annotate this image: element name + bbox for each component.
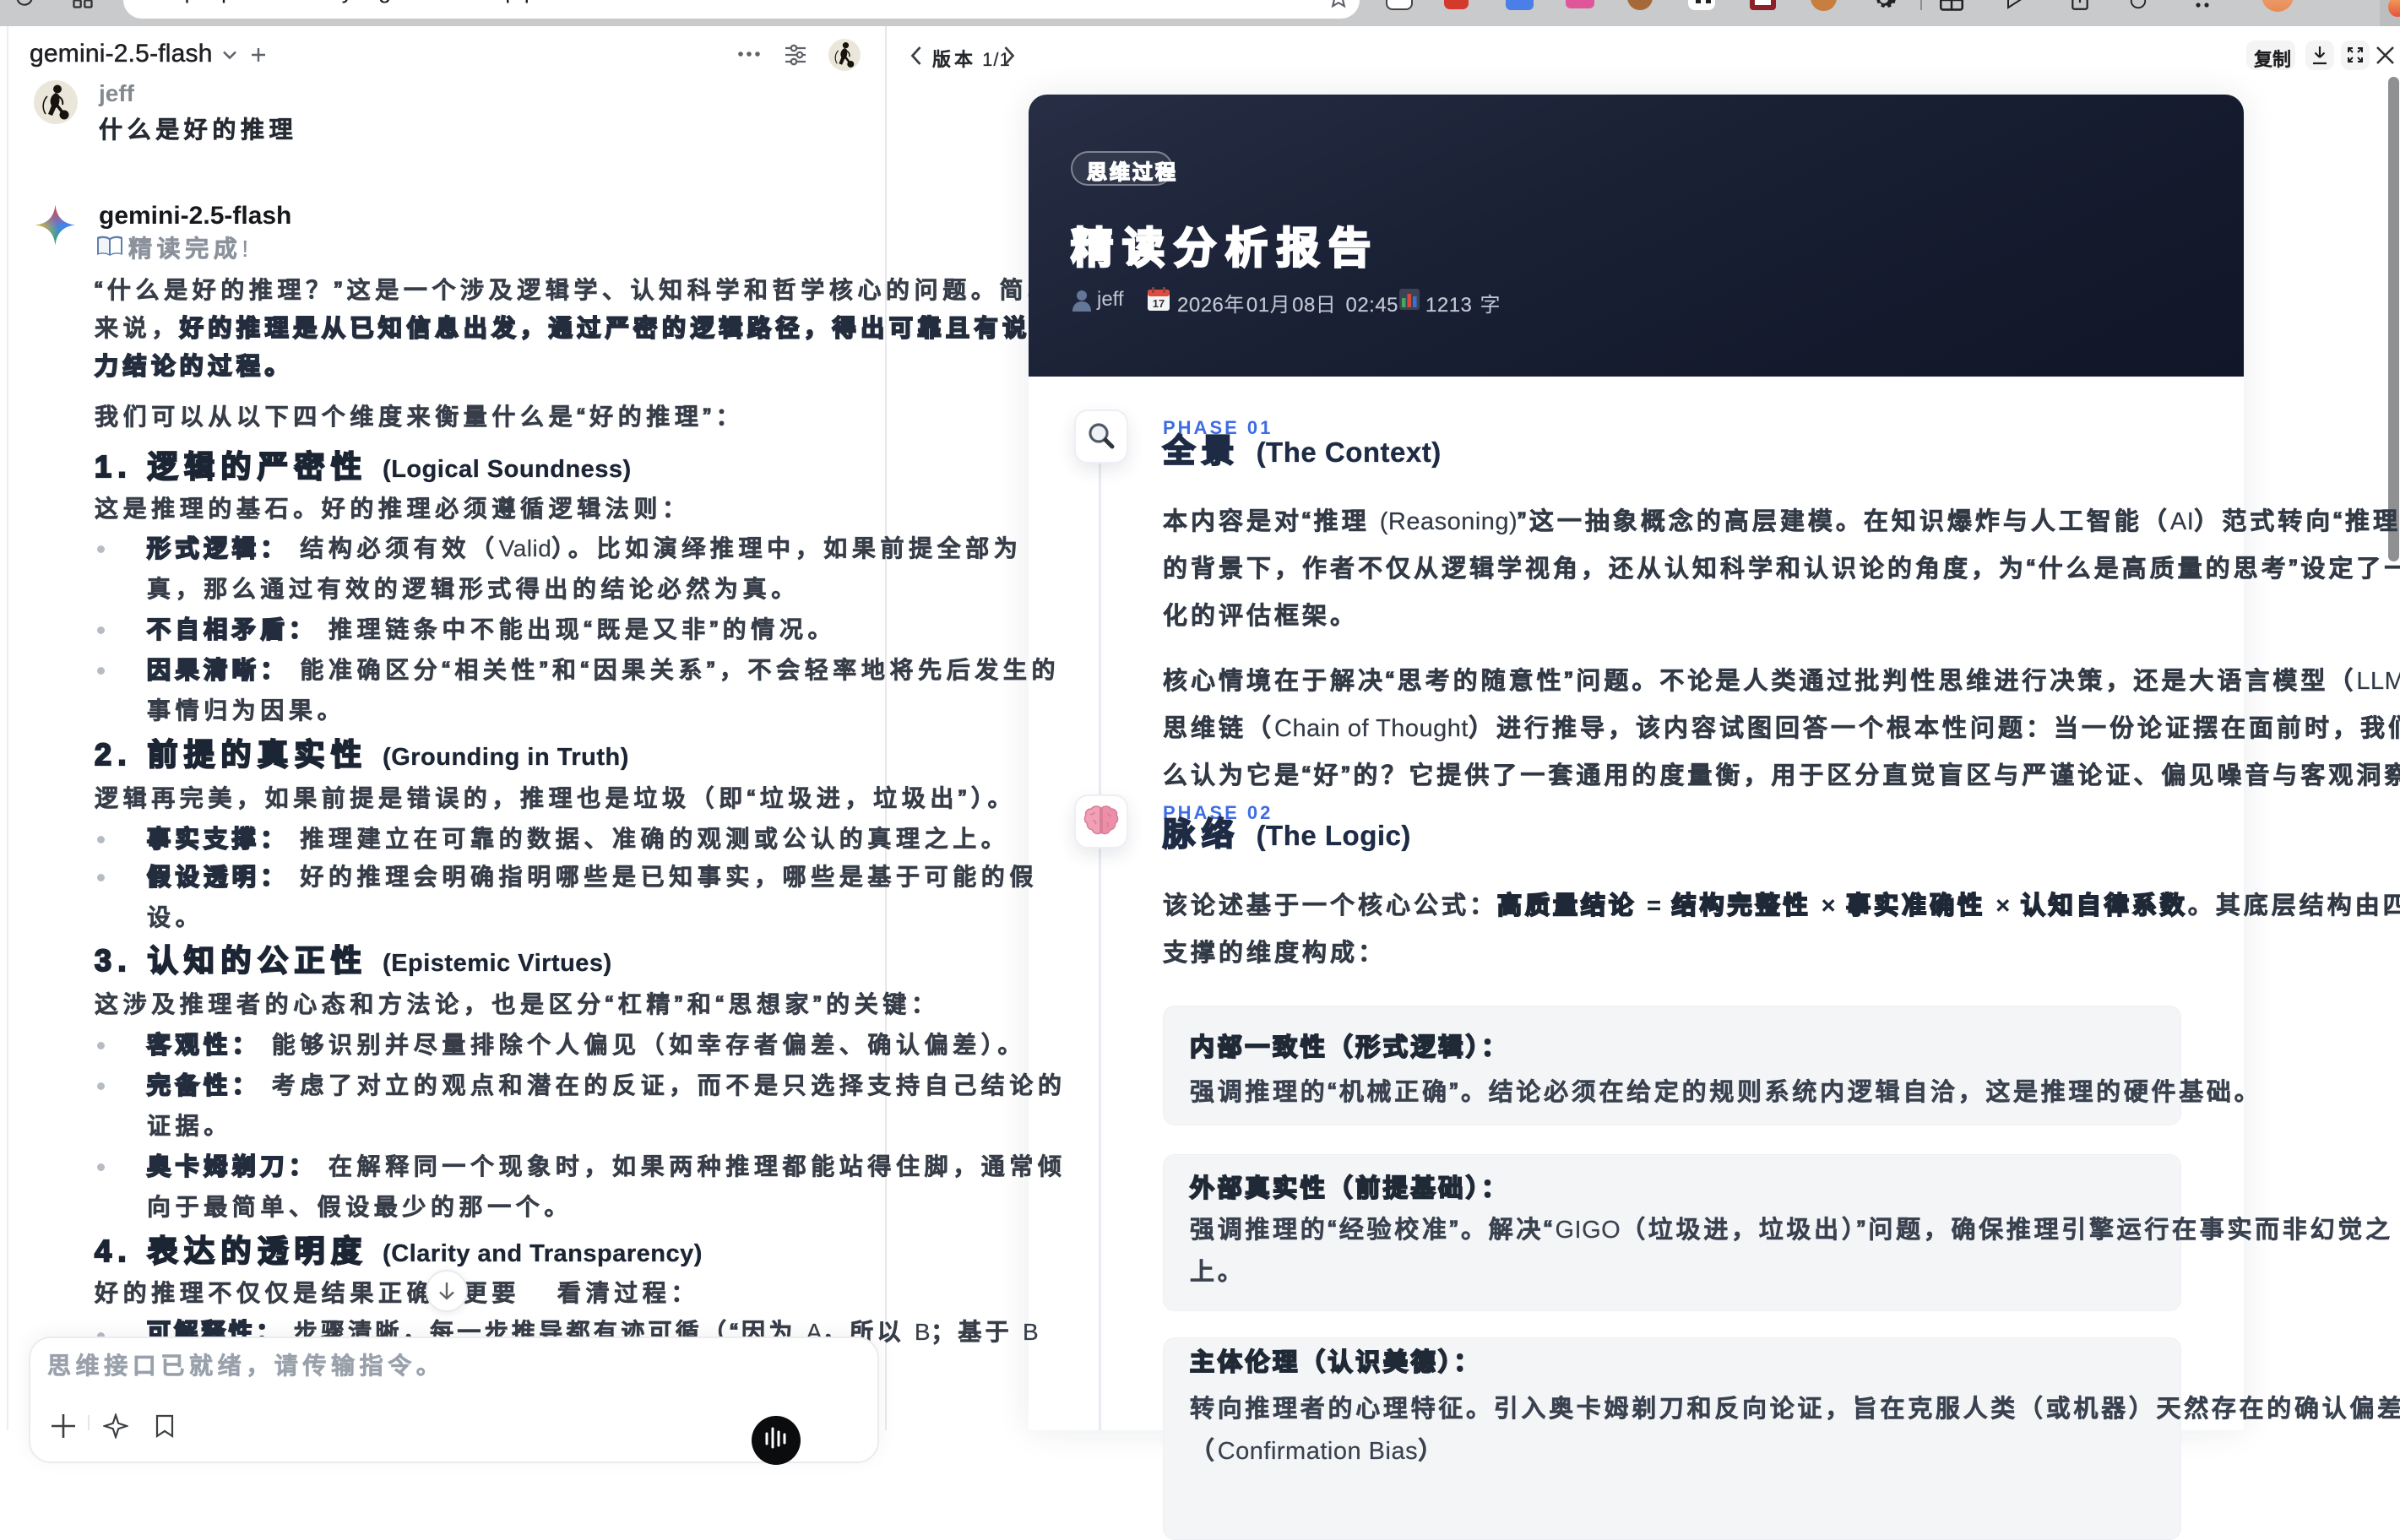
svg-text:17: 17 [1153,297,1165,310]
